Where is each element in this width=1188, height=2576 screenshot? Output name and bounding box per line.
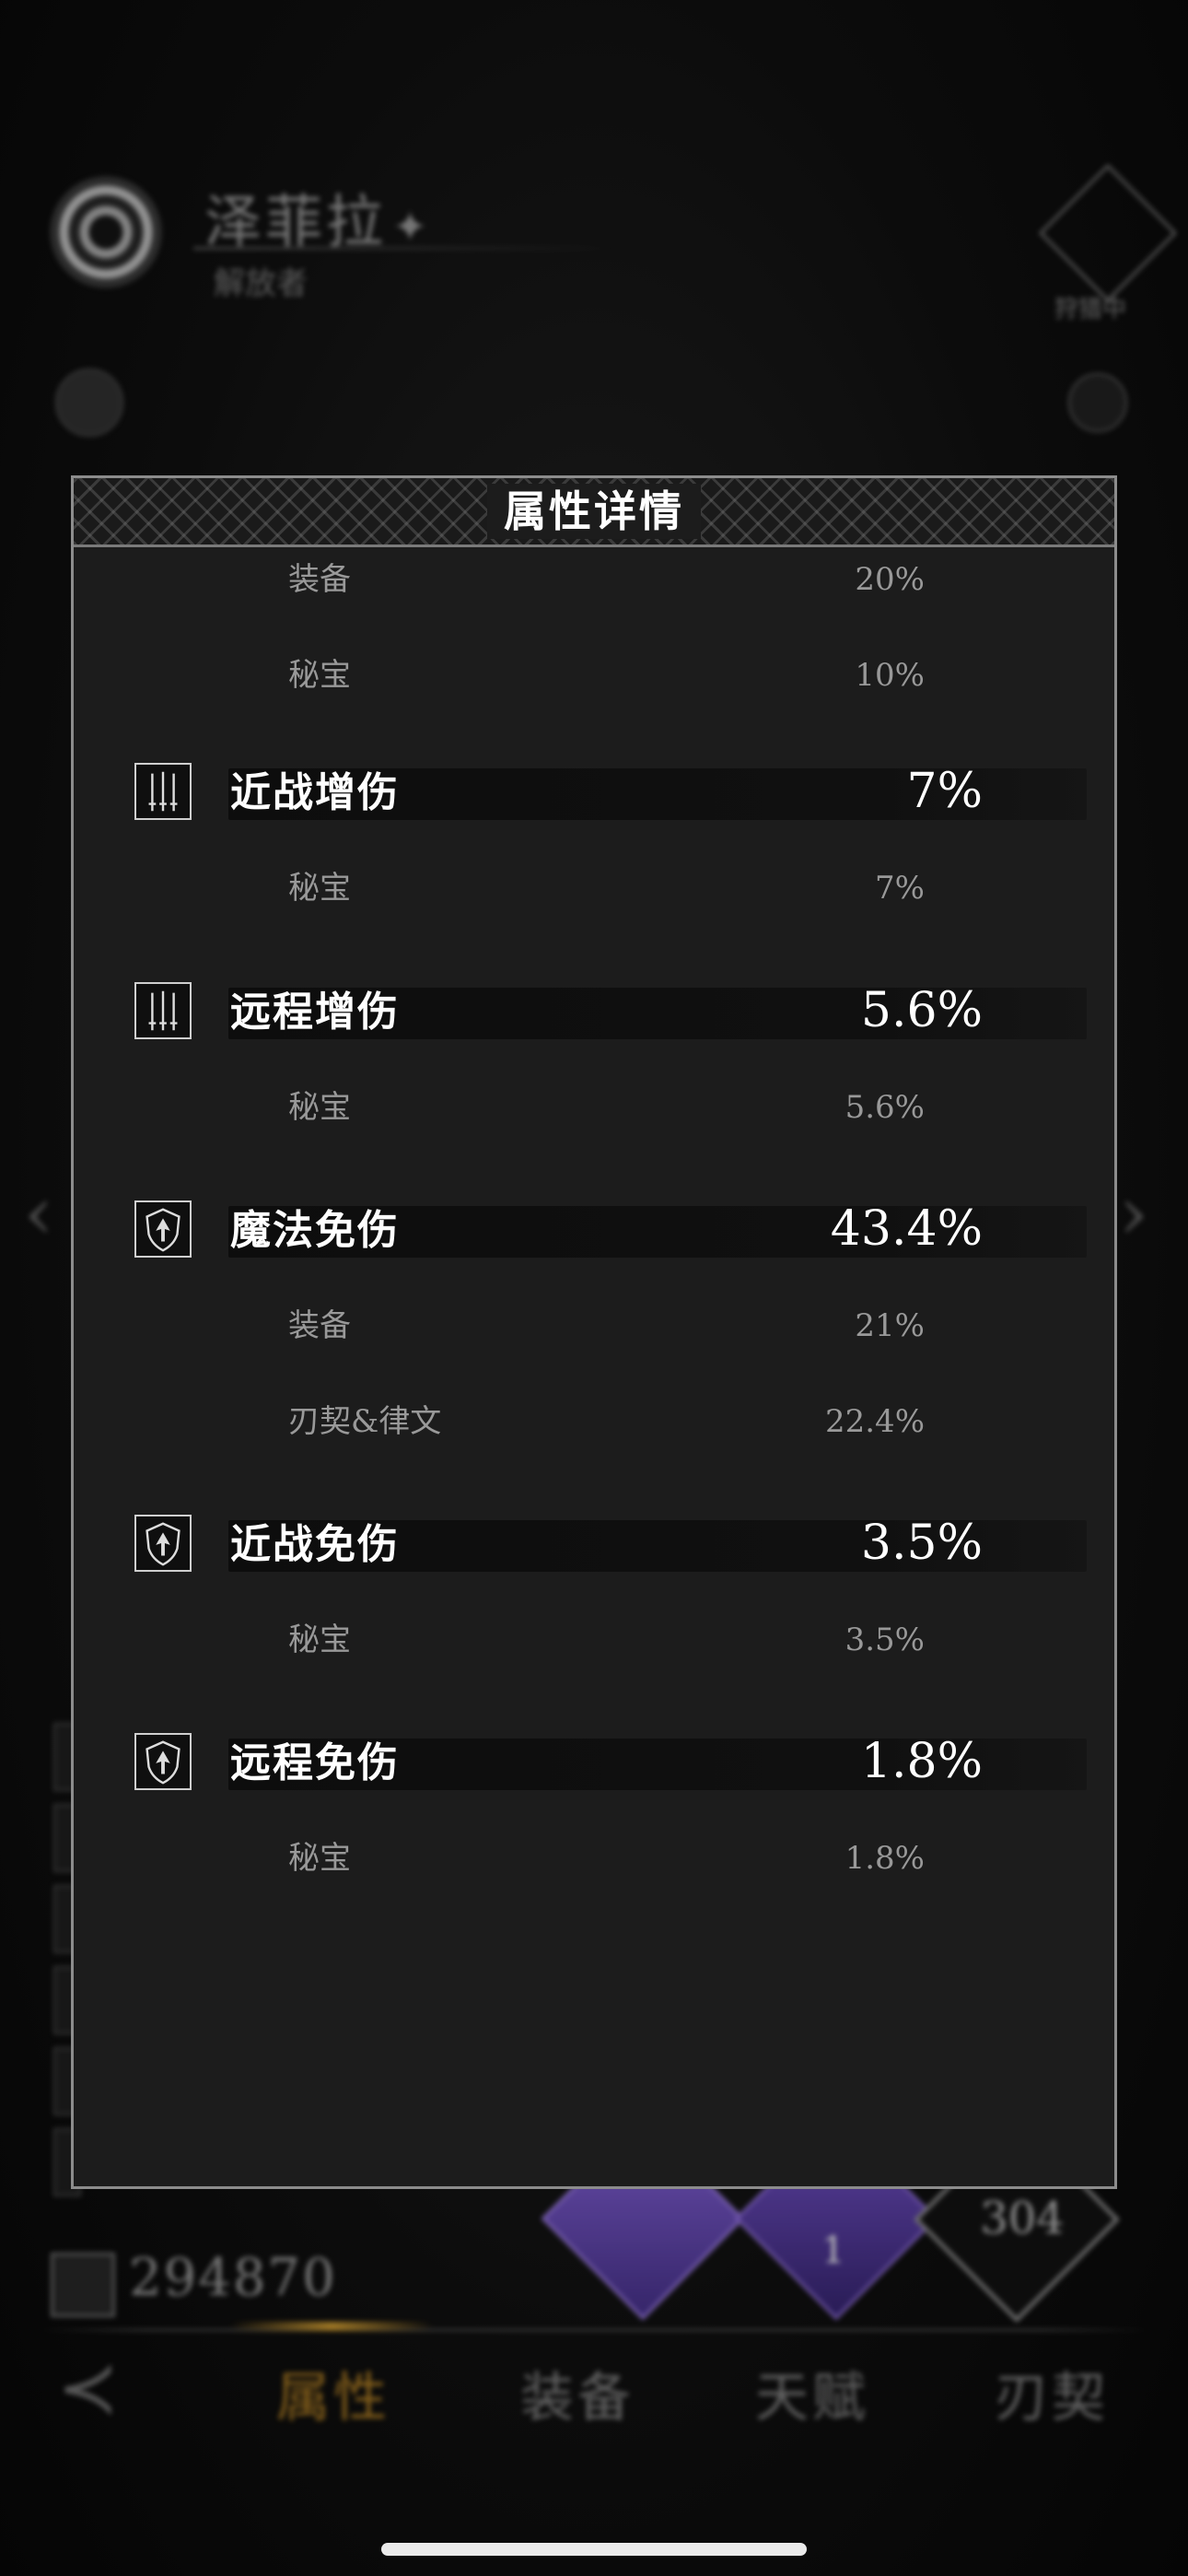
modal-title: 属性详情 [487,484,701,539]
tab-attributes[interactable]: 属性 [276,2354,390,2431]
source-value: 21% [855,1307,925,1344]
prev-hero-arrow-icon[interactable]: ‹ [24,1170,53,1256]
stat-label: 近战免伤 [230,1521,400,1568]
power-value: 294870 [129,2248,337,2308]
list-item: 装备 21% [74,1298,1114,1353]
attribute-details-modal: 属性详情 装备 20% 秘宝 10% 近战增伤 7% 秘宝 7% 远程增伤 5.… [71,475,1117,2189]
source-value: 22.4% [824,1403,925,1440]
stat-value: 3.5% [860,1516,983,1571]
active-tab-glow [230,2322,433,2331]
level-number: 304 [980,2193,1065,2244]
source-value: 5.6% [844,1089,925,1126]
stat-value: 7% [906,764,984,819]
stat-row-melee-resist: 近战免伤 3.5% [74,1511,1114,1575]
source-value: 1.8% [844,1840,925,1877]
stat-row-ranged-resist: 远程免伤 1.8% [74,1729,1114,1794]
hero-name: 泽菲拉 ✦ [204,188,432,255]
hunting-badge-icon[interactable] [1039,164,1177,302]
list-item: 刃契&律文 22.4% [74,1394,1114,1449]
modal-header: 属性详情 [74,478,1114,547]
stat-row-ranged-damage: 远程增伤 5.6% [74,978,1114,1043]
list-item: 秘宝 3.5% [74,1612,1114,1668]
source-label: 秘宝 [288,1840,351,1877]
source-label: 秘宝 [288,657,351,694]
source-value: 20% [855,561,925,598]
bottom-tab-bar: 属性 装备 天赋 刃契 [0,2354,1188,2431]
list-item: 秘宝 10% [74,648,1114,703]
swords-icon [134,763,192,820]
stat-label: 魔法免伤 [230,1207,400,1254]
source-label: 刃契&律文 [288,1403,442,1440]
list-item: 秘宝 7% [74,861,1114,916]
voice-icon[interactable] [1068,373,1127,432]
source-label: 秘宝 [288,1089,351,1126]
list-item: 秘宝 5.6% [74,1080,1114,1135]
source-label: 装备 [288,561,351,598]
stat-row-magic-resist: 魔法免伤 43.4% [74,1197,1114,1261]
swords-icon [134,982,192,1039]
stat-value: 5.6% [860,983,983,1038]
source-label: 装备 [288,1307,351,1344]
bottom-divider [37,2329,1151,2331]
source-label: 秘宝 [288,870,351,907]
tab-talents[interactable]: 天赋 [755,2354,869,2431]
tab-equipment[interactable]: 装备 [520,2354,635,2431]
next-hero-arrow-icon[interactable]: › [1119,1170,1148,1256]
stat-value: 1.8% [860,1734,983,1789]
tab-blade-pact[interactable]: 刃契 [995,2354,1109,2431]
hero-emblem-icon [44,164,168,300]
list-item: 装备 20% [74,552,1114,607]
list-item: 秘宝 1.8% [74,1831,1114,1886]
power-icon [51,2253,115,2317]
source-label: 秘宝 [288,1622,351,1658]
skill-gem-count: 1 [821,2230,845,2272]
stat-value: 43.4% [830,1201,983,1257]
stat-label: 远程增伤 [230,989,400,1036]
hero-name-underline [193,247,617,250]
star-icon: ✦ [392,202,432,252]
hero-subtitle: 解放者 [214,265,308,302]
home-indicator[interactable] [381,2543,807,2556]
source-value: 10% [855,657,925,694]
stat-row-melee-damage: 近战增伤 7% [74,759,1114,824]
stat-label: 近战增伤 [230,769,400,816]
shield-icon [134,1200,192,1258]
shield-icon [134,1515,192,1572]
book-icon[interactable] [55,369,123,437]
stat-label: 远程免伤 [230,1739,400,1786]
shield-icon [134,1733,192,1790]
hunting-badge-label: 狩猎中 [1054,296,1127,323]
source-value: 7% [875,870,925,907]
source-value: 3.5% [844,1622,925,1658]
